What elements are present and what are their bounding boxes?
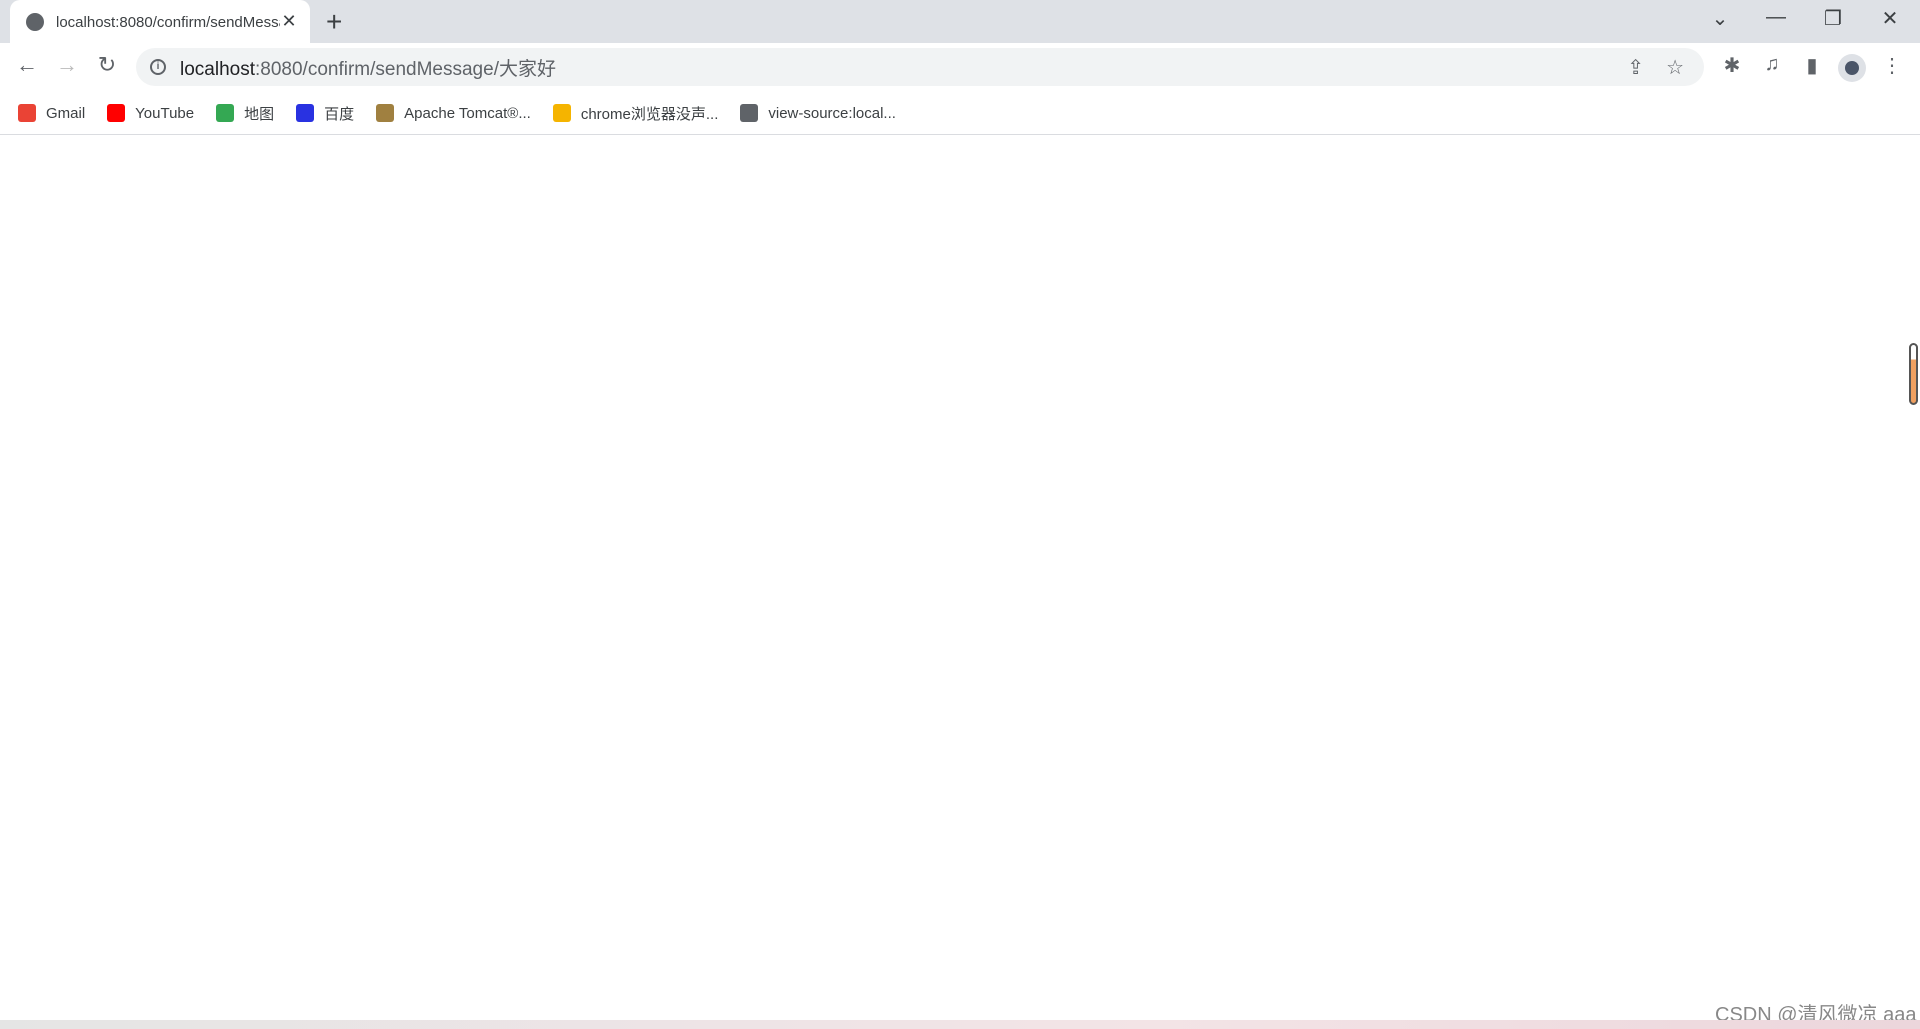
toolbar: ← → ↻ i localhost:8080/confirm/sendMessa… (0, 43, 1920, 91)
bookmark-star-icon[interactable]: ☆ (1666, 55, 1684, 80)
new-tab-button[interactable]: + (326, 6, 342, 38)
address-bar[interactable]: i localhost:8080/confirm/sendMessage/大家好… (136, 48, 1704, 86)
bookmark-item[interactable]: 百度 (296, 103, 354, 124)
scrollbar-thumb[interactable] (1909, 343, 1918, 405)
bookmark-favicon-icon (552, 104, 571, 122)
person-icon (1845, 61, 1859, 75)
restore-button[interactable]: ❐ (1813, 6, 1853, 31)
share-icon[interactable]: ⇪ (1627, 55, 1644, 80)
tab-search-button[interactable]: ⌄ (1700, 6, 1740, 31)
tab-strip: localhost:8080/confirm/sendMessage/大家好 ✕… (0, 0, 1920, 43)
tab-close-button[interactable]: ✕ (280, 11, 298, 32)
taskbar-strip (0, 1020, 1920, 1029)
bookmark-item[interactable]: Apache Tomcat®... (376, 104, 531, 122)
bookmark-item[interactable]: chrome浏览器没声... (552, 103, 719, 124)
bookmarks-bar: Gmail YouTube 地图 百度 Apache Tomcat®... chrome浏… (0, 92, 1920, 135)
bookmark-label: view-source:local... (768, 104, 896, 122)
side-panel-icon[interactable]: ▮ (1798, 53, 1826, 78)
bookmark-item[interactable]: 地图 (216, 103, 274, 124)
bookmark-item[interactable]: YouTube (107, 104, 194, 122)
bookmark-favicon-icon (18, 104, 36, 122)
bookmark-favicon-icon (740, 104, 759, 122)
back-button[interactable]: ← (12, 52, 42, 78)
bookmark-item[interactable]: view-source:local... (740, 104, 896, 122)
url-text[interactable]: localhost:8080/confirm/sendMessage/大家好 (180, 54, 556, 81)
active-tab[interactable]: localhost:8080/confirm/sendMessage/大家好 ✕ (10, 0, 310, 43)
forward-button[interactable]: → (52, 52, 82, 78)
bookmark-label: Gmail (46, 104, 86, 122)
bookmark-label: 百度 (324, 105, 355, 123)
bookmark-favicon-icon (216, 104, 235, 122)
profile-avatar[interactable] (1838, 54, 1866, 82)
globe-icon (26, 12, 44, 31)
minimize-button[interactable]: — (1756, 6, 1796, 29)
close-window-button[interactable]: ✕ (1870, 6, 1910, 31)
bookmark-label: 地图 (244, 105, 275, 123)
tab-title: localhost:8080/confirm/sendMessage/大家好 (56, 14, 280, 31)
media-control-icon[interactable]: ♫ (1758, 53, 1786, 76)
bookmark-label: YouTube (135, 104, 195, 122)
reload-button[interactable]: ↻ (92, 52, 122, 78)
bookmark-favicon-icon (107, 104, 126, 122)
info-icon[interactable]: i (150, 59, 166, 75)
bookmark-favicon-icon (376, 104, 395, 122)
menu-icon[interactable]: ⋮ (1878, 53, 1906, 78)
bookmark-item[interactable]: Gmail (18, 104, 85, 122)
bookmark-label: Apache Tomcat®... (404, 104, 531, 122)
bookmark-label: chrome浏览器没声... (580, 105, 719, 123)
bookmark-favicon-icon (296, 104, 315, 122)
extensions-icon[interactable]: ✱ (1718, 53, 1746, 78)
